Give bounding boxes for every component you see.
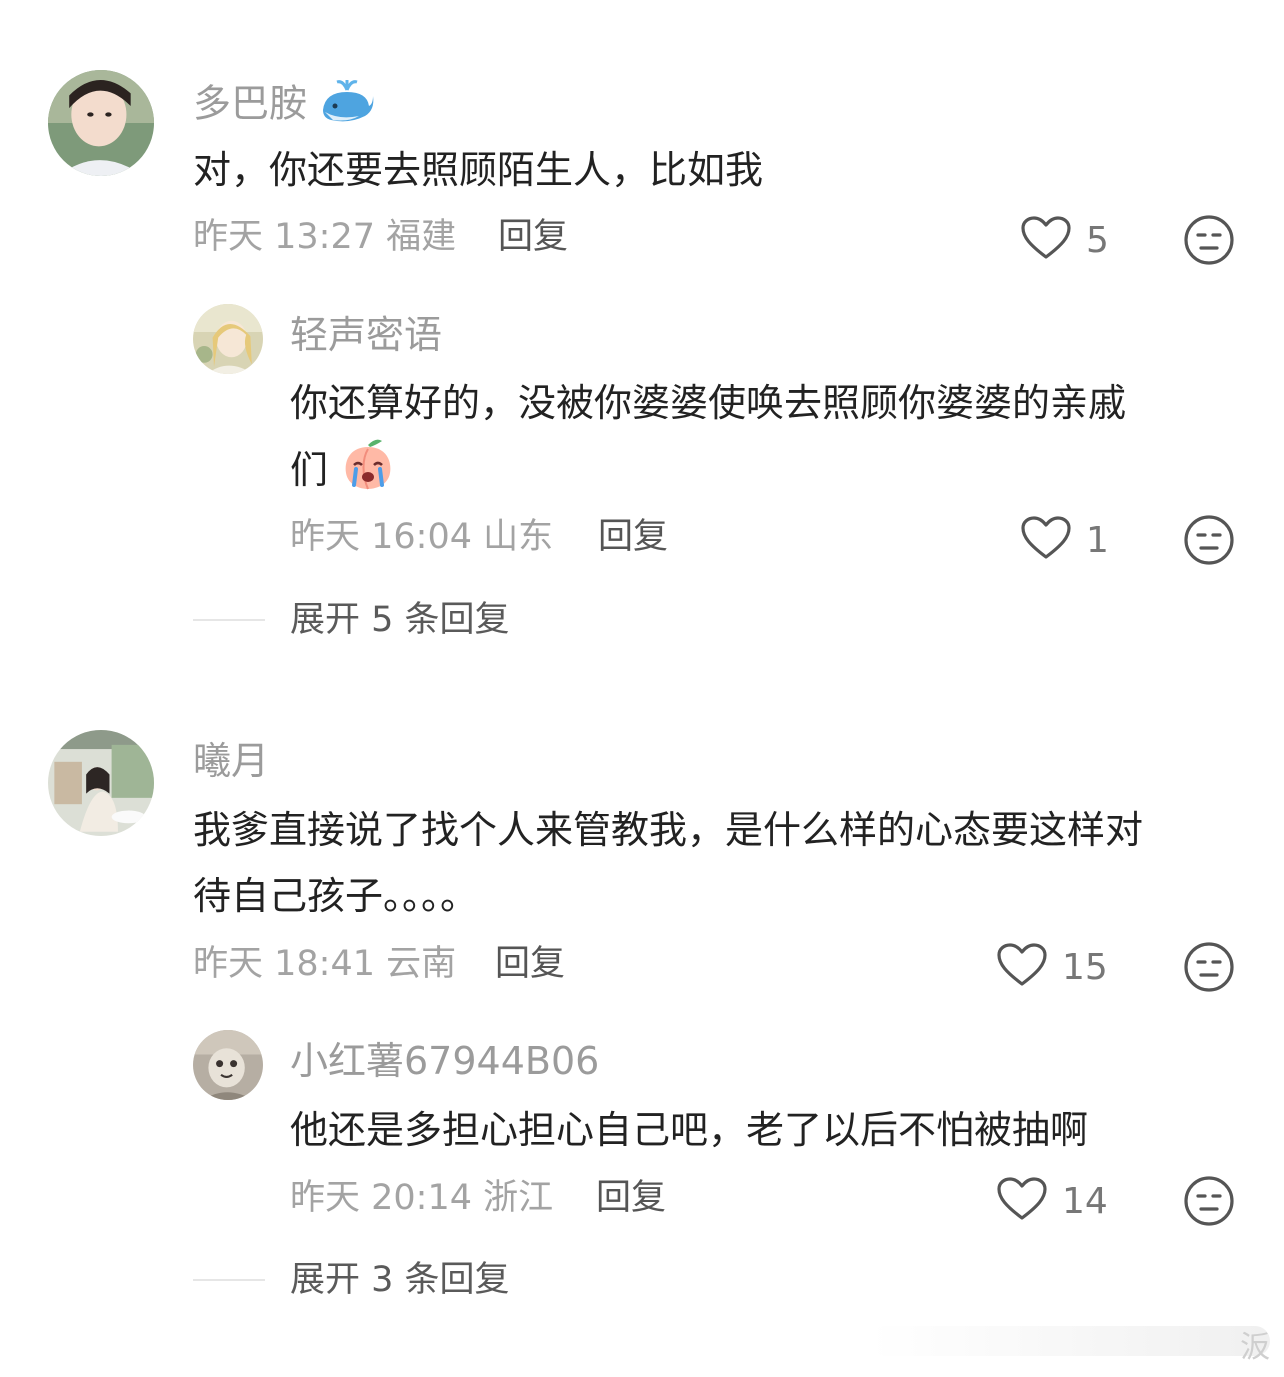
comment-time-location: 昨天 18:41 云南 <box>193 944 457 984</box>
comment-username[interactable]: 轻声密语 <box>290 312 442 358</box>
like-button[interactable]: 15 <box>996 941 1108 993</box>
comment-time-location: 昨天 16:04 山东 <box>290 517 554 557</box>
reply-button[interactable]: 回复 <box>598 514 668 560</box>
heart-icon <box>996 1176 1048 1226</box>
comment-text: 对，你还要去照顾陌生人，比如我 <box>193 148 764 192</box>
expand-divider <box>193 1279 265 1281</box>
neutral-face-icon[interactable] <box>1183 214 1235 266</box>
reply-button[interactable]: 回复 <box>596 1175 666 1221</box>
whale-emoji-icon <box>319 76 375 136</box>
avatar[interactable] <box>48 730 154 836</box>
comment-username[interactable]: 曦月 <box>193 738 269 784</box>
avatar[interactable] <box>193 1030 263 1100</box>
comment-time-location: 昨天 13:27 福建 <box>193 217 457 257</box>
comment-username[interactable]: 多巴胺 <box>193 76 375 136</box>
neutral-face-icon[interactable] <box>1183 941 1235 993</box>
like-button[interactable]: 1 <box>1020 514 1109 566</box>
heart-icon <box>1020 215 1072 265</box>
like-button[interactable]: 5 <box>1020 214 1109 266</box>
comment-text: 他还是多担心担心自己吧，老了以后不怕被抽啊 <box>290 1108 1089 1152</box>
comment-username[interactable]: 小红薯67944B06 <box>290 1038 599 1084</box>
like-count: 14 <box>1062 1180 1108 1222</box>
scroll-fade-overlay <box>870 1326 1270 1356</box>
crying-peach-emoji-icon <box>340 435 396 510</box>
neutral-face-icon[interactable] <box>1183 1175 1235 1227</box>
avatar[interactable] <box>48 70 154 176</box>
expand-divider <box>193 619 265 621</box>
like-count: 5 <box>1086 219 1109 261</box>
comment-text: 你还算好的，没被你婆婆使唤去照顾你婆婆的亲戚 <box>290 381 1127 425</box>
reply-button[interactable]: 回复 <box>498 214 568 260</box>
comment-text-line2: 待自己孩子。。。。 <box>193 874 479 918</box>
avatar[interactable] <box>193 304 263 374</box>
like-button[interactable]: 14 <box>996 1175 1108 1227</box>
reply-button[interactable]: 回复 <box>495 941 565 987</box>
comment-time-location: 昨天 20:14 浙江 <box>290 1178 554 1218</box>
comment-text-line2: 们 <box>290 435 396 510</box>
like-count: 15 <box>1062 946 1108 988</box>
comment-text: 我爹直接说了找个人来管教我，是什么样的心态要这样对 <box>193 808 1144 852</box>
heart-icon <box>1020 515 1072 565</box>
heart-icon <box>996 942 1048 992</box>
neutral-face-icon[interactable] <box>1183 514 1235 566</box>
like-count: 1 <box>1086 519 1109 561</box>
watermark: 汳 <box>1240 1330 1270 1365</box>
expand-replies-button[interactable]: 展开 5 条回复 <box>290 597 510 643</box>
expand-replies-button[interactable]: 展开 3 条回复 <box>290 1257 510 1303</box>
